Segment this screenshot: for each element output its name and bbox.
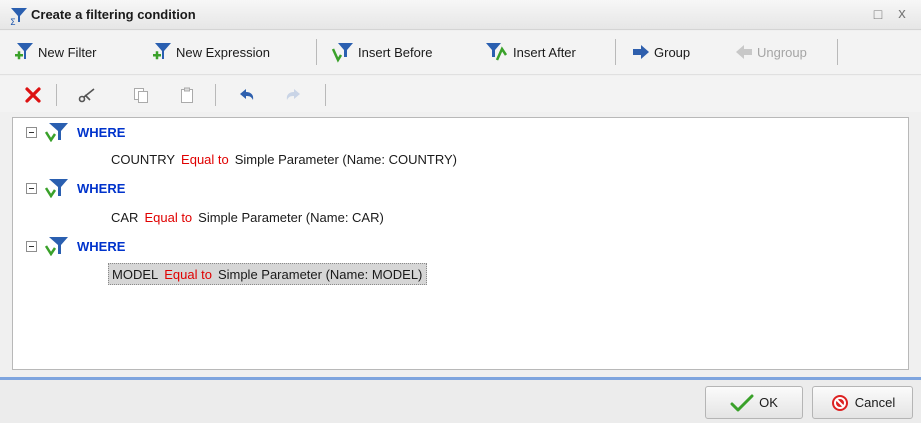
group-label: Group xyxy=(654,44,691,60)
toolbar-separator xyxy=(215,84,216,106)
toolbar-separator xyxy=(615,39,616,65)
where-keyword: WHERE xyxy=(77,124,126,140)
toolbar-separator xyxy=(316,39,317,65)
close-icon[interactable]: x xyxy=(894,6,910,22)
insert-after-icon xyxy=(486,43,508,61)
cancel-button[interactable]: Cancel xyxy=(812,386,913,419)
maximize-icon[interactable]: □ xyxy=(870,6,886,22)
where-node[interactable]: WHERE xyxy=(26,235,125,257)
condition-operator[interactable]: Equal to xyxy=(181,152,229,167)
new-expression-label: New Expression xyxy=(176,44,270,60)
cancel-label: Cancel xyxy=(854,395,896,410)
ungroup-label: Ungroup xyxy=(757,44,807,60)
title-bar[interactable]: Σ Create a filtering condition □ x xyxy=(0,0,921,30)
cancel-icon xyxy=(831,394,848,411)
insert-after-button[interactable]: Insert After xyxy=(485,39,576,65)
new-expression-icon xyxy=(153,43,171,60)
condition-value[interactable]: Simple Parameter (Name: CAR) xyxy=(198,210,384,225)
filter-sigma-icon: Σ xyxy=(10,8,27,26)
ungroup-button[interactable]: Ungroup xyxy=(735,39,807,65)
condition-row-selected[interactable]: MODEL Equal to Simple Parameter (Name: M… xyxy=(108,263,428,285)
condition-operator[interactable]: Equal to xyxy=(164,267,212,282)
insert-before-icon xyxy=(331,43,353,63)
condition-operator[interactable]: Equal to xyxy=(144,210,192,225)
insert-after-label: Insert After xyxy=(513,44,576,60)
where-keyword: WHERE xyxy=(77,180,126,196)
new-filter-button[interactable]: New Filter xyxy=(12,39,97,65)
where-filter-icon xyxy=(45,123,68,142)
insert-before-button[interactable]: Insert Before xyxy=(330,39,432,65)
condition-tree[interactable]: WHERE COUNTRY Equal to Simple Parameter … xyxy=(12,117,909,370)
condition-field: MODEL xyxy=(112,266,159,282)
new-filter-icon xyxy=(15,43,33,60)
window-title: Create a filtering condition xyxy=(31,7,196,22)
collapse-toggle-icon[interactable] xyxy=(26,182,37,194)
condition-field: CAR xyxy=(111,209,139,225)
condition-value[interactable]: Simple Parameter (Name: COUNTRY) xyxy=(235,152,457,167)
dialog-footer: OK Cancel xyxy=(0,380,921,423)
condition-value[interactable]: Simple Parameter (Name: MODEL) xyxy=(218,267,422,282)
toolbar-separator xyxy=(325,84,326,106)
main-toolbar: New Filter New Expression Insert Before … xyxy=(0,31,921,75)
arrow-right-icon xyxy=(633,45,649,59)
paste-button[interactable] xyxy=(176,84,198,106)
condition-field: COUNTRY xyxy=(111,151,176,167)
group-button[interactable]: Group xyxy=(632,39,690,65)
condition-row[interactable]: CAR Equal to Simple Parameter (Name: CAR… xyxy=(108,206,388,228)
toolbar-separator xyxy=(56,84,57,106)
redo-icon xyxy=(286,89,300,100)
undo-icon xyxy=(240,89,254,100)
cut-button[interactable] xyxy=(76,84,98,106)
where-keyword: WHERE xyxy=(77,238,126,254)
where-node[interactable]: WHERE xyxy=(26,177,125,199)
filter-dialog: Σ Create a filtering condition □ x New F… xyxy=(0,0,921,423)
where-filter-icon xyxy=(45,179,68,198)
ok-button[interactable]: OK xyxy=(705,386,803,419)
collapse-toggle-icon[interactable] xyxy=(26,126,37,138)
copy-button[interactable] xyxy=(130,84,152,106)
delete-button[interactable] xyxy=(22,84,44,106)
delete-icon xyxy=(25,87,41,103)
collapse-toggle-icon[interactable] xyxy=(26,240,37,252)
condition-row[interactable]: COUNTRY Equal to Simple Parameter (Name:… xyxy=(108,148,461,170)
where-filter-icon xyxy=(45,237,68,256)
paste-icon xyxy=(181,87,193,103)
checkmark-icon xyxy=(730,394,754,411)
undo-button[interactable] xyxy=(236,84,258,106)
edit-toolbar xyxy=(0,76,921,112)
arrow-left-icon xyxy=(736,45,752,59)
where-node[interactable]: WHERE xyxy=(26,121,125,143)
copy-icon xyxy=(134,88,148,103)
cut-icon xyxy=(78,88,95,103)
new-expression-button[interactable]: New Expression xyxy=(150,39,270,65)
insert-before-label: Insert Before xyxy=(358,44,433,60)
svg-text:Σ: Σ xyxy=(10,18,16,26)
redo-button[interactable] xyxy=(282,84,304,106)
toolbar-separator xyxy=(837,39,838,65)
ok-label: OK xyxy=(759,395,778,410)
new-filter-label: New Filter xyxy=(38,44,97,60)
